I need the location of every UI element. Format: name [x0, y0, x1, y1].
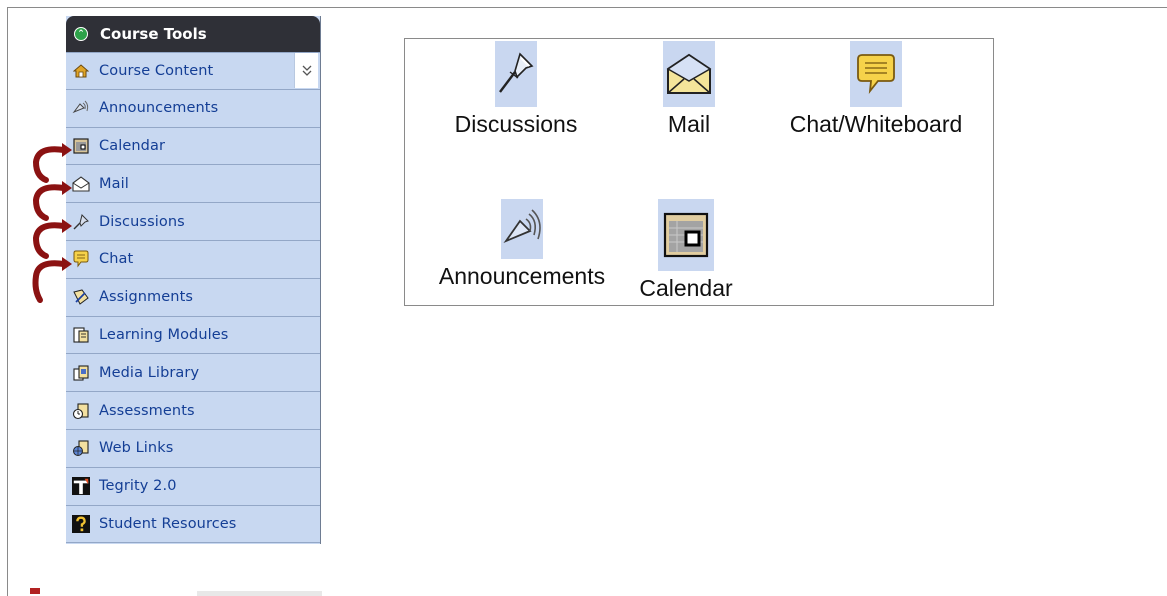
discussions-label: Discussions	[454, 111, 578, 137]
mail-icon	[72, 175, 90, 193]
sidebar-item-label: Announcements	[99, 100, 219, 117]
sidebar-item-tegrity[interactable]: Tegrity 2.0	[66, 468, 320, 506]
sidebar-item-label: Discussions	[99, 213, 185, 230]
mail-tool[interactable]: Mail	[649, 41, 729, 138]
calendar-tool[interactable]: Calendar	[631, 199, 741, 302]
discussions-tool[interactable]: Discussions	[441, 41, 591, 138]
web-links-icon	[72, 439, 90, 457]
sidebar-item-announcements[interactable]: Announcements	[66, 90, 320, 128]
sidebar-item-label: Learning Modules	[99, 326, 229, 343]
calendar-label: Calendar	[639, 275, 733, 301]
sidebar-item-calendar[interactable]: Calendar	[66, 128, 320, 166]
sidebar-item-label: Student Resources	[99, 515, 237, 532]
cropped-fragment	[30, 588, 40, 594]
sidebar-item-label: Web Links	[99, 440, 174, 457]
sidebar-item-label: Assessments	[99, 402, 195, 419]
learning-modules-icon	[72, 326, 90, 344]
sidebar-item-assessments[interactable]: Assessments	[66, 392, 320, 430]
sidebar-item-chat[interactable]: Chat	[66, 241, 320, 279]
calendar-icon	[72, 137, 90, 155]
sidebar-item-label: Calendar	[99, 137, 166, 154]
pushpin-icon[interactable]	[495, 41, 537, 107]
sidebar-title: Course Tools	[100, 25, 207, 43]
megaphone-icon	[72, 99, 90, 117]
collapse-up-icon[interactable]: ⌃	[74, 27, 88, 41]
chevron-double-down-icon[interactable]	[294, 53, 318, 88]
cropped-fragment	[197, 591, 322, 596]
megaphone-icon[interactable]	[501, 199, 543, 259]
pushpin-icon	[72, 213, 90, 231]
tegrity-icon	[72, 477, 90, 496]
sidebar-item-course-content[interactable]: Course Content	[66, 52, 320, 90]
mail-icon[interactable]	[663, 41, 715, 107]
question-icon	[72, 514, 90, 533]
sidebar-item-mail[interactable]: Mail	[66, 165, 320, 204]
sidebar-item-learning-modules[interactable]: Learning Modules	[66, 317, 320, 355]
sidebar-header: ⌃ Course Tools	[66, 16, 320, 52]
chat-whiteboard-tool[interactable]: Chat/Whiteboard	[771, 41, 981, 138]
sidebar-item-label: Chat	[99, 251, 134, 268]
sidebar-item-label: Course Content	[99, 62, 214, 79]
chat-whiteboard-label: Chat/Whiteboard	[789, 111, 963, 137]
sidebar-list: Course Content Announcements Calendar Ma…	[66, 52, 320, 544]
announcements-label: Announcements	[438, 263, 606, 289]
calendar-icon[interactable]	[658, 199, 714, 271]
sidebar-item-discussions[interactable]: Discussions	[66, 203, 320, 241]
home-icon	[72, 62, 90, 80]
sidebar-item-media-library[interactable]: Media Library	[66, 354, 320, 393]
chat-bubble-icon[interactable]	[850, 41, 902, 107]
assignment-icon	[72, 288, 90, 306]
sidebar-item-label: Tegrity 2.0	[99, 478, 177, 495]
sidebar-item-student-resources[interactable]: Student Resources	[66, 506, 320, 544]
sidebar-item-label: Mail	[99, 175, 129, 192]
sidebar-item-assignments[interactable]: Assignments	[66, 279, 320, 317]
mail-label: Mail	[667, 111, 711, 137]
communication-tools-panel: Discussions Mail Chat/Whiteboard Announc…	[404, 38, 994, 306]
sidebar-item-label: Assignments	[99, 289, 194, 306]
assessment-icon	[72, 402, 90, 420]
sidebar-item-web-links[interactable]: Web Links	[66, 430, 320, 468]
sidebar-item-label: Media Library	[99, 364, 200, 381]
media-library-icon	[72, 364, 90, 382]
course-tools-sidebar: ⌃ Course Tools Course Content Announceme…	[66, 16, 321, 544]
chat-bubble-icon	[72, 250, 90, 268]
announcements-tool[interactable]: Announcements	[417, 199, 627, 290]
